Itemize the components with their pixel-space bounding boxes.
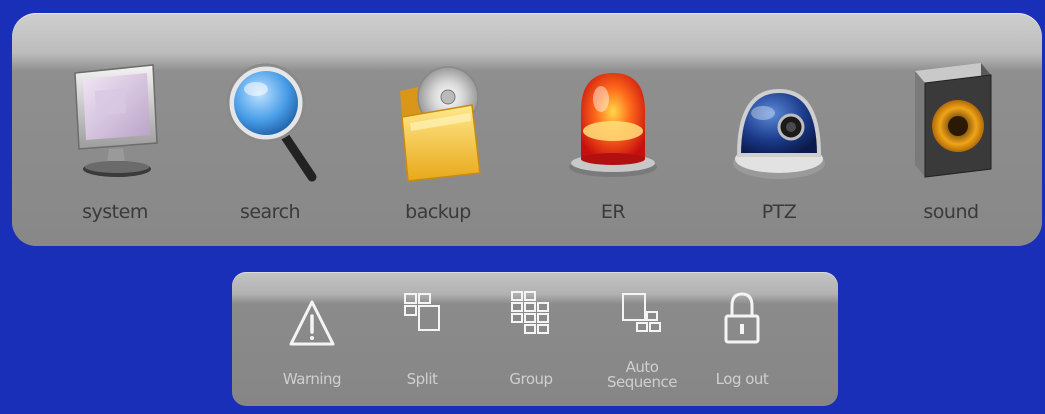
quick-item-auto-sequence-label: Auto Sequence (592, 360, 692, 390)
speaker-icon (901, 51, 1001, 191)
menu-item-search[interactable]: search (205, 51, 335, 241)
main-menu-panel: system search backup ER PTZ sound (12, 13, 1042, 246)
menu-item-system[interactable]: system (50, 51, 180, 241)
quick-item-warning-label: Warning (282, 370, 342, 388)
quick-item-split[interactable]: Split (372, 288, 472, 400)
folder-disc-icon (388, 51, 488, 191)
dome-camera-icon (729, 51, 829, 191)
quick-item-log-out-label: Log out (715, 370, 769, 388)
menu-item-system-label: system (82, 201, 148, 223)
menu-item-er-label: ER (600, 201, 626, 223)
menu-item-sound[interactable]: sound (886, 51, 1016, 241)
monitor-icon (65, 51, 165, 191)
alarm-light-icon (563, 51, 663, 191)
menu-item-ptz[interactable]: PTZ (714, 51, 844, 241)
dvr-main-menu-screen: system search backup ER PTZ sound Warnin… (0, 0, 1045, 414)
quick-item-log-out[interactable]: Log out (692, 288, 792, 400)
menu-item-er[interactable]: ER (548, 51, 678, 241)
quick-item-auto-sequence[interactable]: Auto Sequence (592, 288, 692, 400)
menu-item-backup-label: backup (405, 201, 471, 223)
quick-menu-panel: Warning Split Group Auto Sequence Log ou… (232, 272, 838, 406)
warning-triangle-icon (287, 288, 337, 356)
quick-item-auto-sequence-label-line2: Sequence (607, 373, 678, 391)
split-screen-icon (397, 288, 447, 356)
menu-item-ptz-label: PTZ (761, 201, 797, 223)
menu-item-sound-label: sound (923, 201, 979, 223)
quick-item-group[interactable]: Group (481, 288, 581, 400)
quick-item-group-label: Group (509, 370, 553, 388)
menu-item-search-label: search (239, 201, 301, 223)
magnifier-icon (220, 51, 320, 191)
auto-sequence-icon (617, 288, 667, 356)
quick-item-warning[interactable]: Warning (262, 288, 362, 400)
group-grid-icon (506, 288, 556, 356)
quick-item-split-label: Split (406, 370, 438, 388)
menu-item-backup[interactable]: backup (373, 51, 503, 241)
padlock-icon (717, 288, 767, 356)
